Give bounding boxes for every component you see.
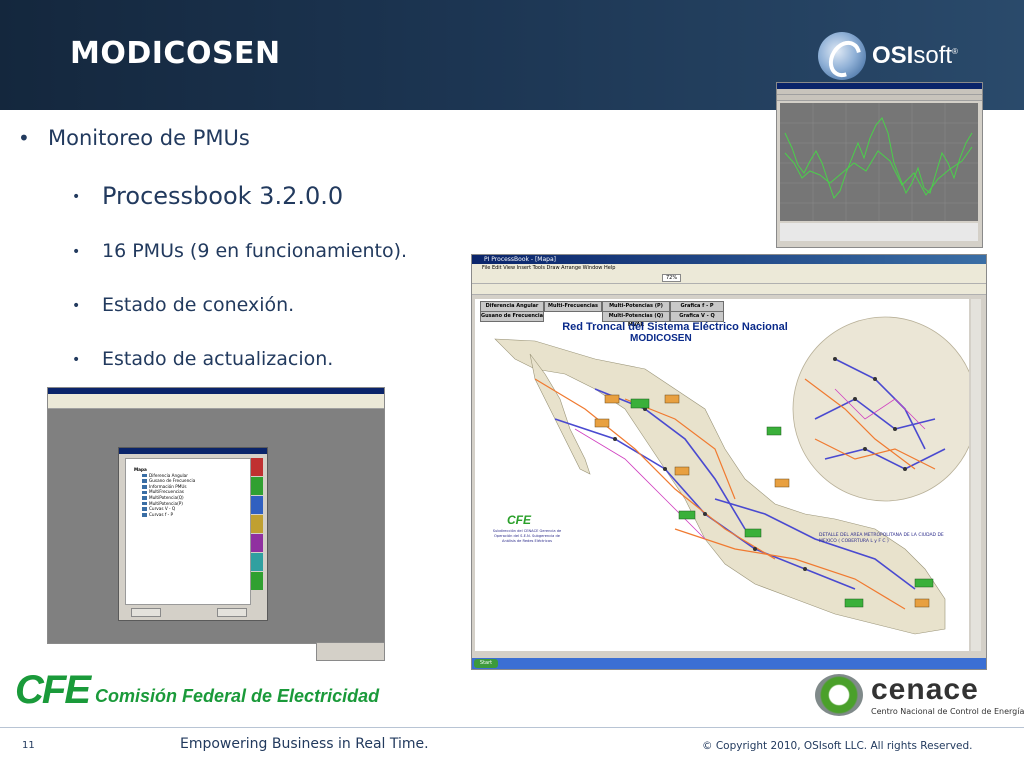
zoom-field[interactable]: 72%: [662, 274, 682, 282]
small-toolbar[interactable]: [48, 399, 384, 409]
tree-item[interactable]: Gusano de Frecuencia: [134, 478, 195, 484]
trend-legend: [780, 223, 978, 241]
osisoft-emblem-icon: [818, 32, 866, 80]
mapa-side-tabs[interactable]: [251, 458, 263, 603]
side-tab[interactable]: [251, 572, 263, 590]
footer-tagline: Empowering Business in Real Time.: [180, 736, 429, 752]
osisoft-logo-bold: OSI: [872, 42, 914, 69]
cenace-emblem-icon: [815, 674, 863, 716]
bullet-level2-text: 16 PMUs (9 en funcionamiento).: [102, 240, 408, 262]
cfe-logo-mark: CFE: [15, 668, 91, 712]
side-tab[interactable]: [251, 515, 263, 533]
side-tab[interactable]: [251, 477, 263, 495]
cfe-mini-caption: Subdirección del CENACE Gerencia de Oper…: [492, 529, 562, 543]
processbook-titlebar: PI ProcessBook - [Mapa]: [472, 255, 986, 264]
processbook-menubar[interactable]: File Edit View Insert Tools Draw Arrange…: [472, 264, 986, 272]
cfe-logo: CFE Comisión Federal de Electricidad: [15, 665, 379, 710]
mapa-dialog-buttons: [131, 608, 251, 617]
osisoft-logo-reg: ®: [952, 47, 958, 56]
mapa-tree-panel: Mapa Diferencia Angular Gusano de Frecue…: [125, 458, 251, 605]
processbook-drawing-toolbar[interactable]: [472, 284, 986, 295]
trend-screenshot: [776, 82, 983, 248]
bullet-level2-text: Estado de actualizacion.: [102, 348, 334, 370]
mapa-dialog: Mapa Diferencia Angular Gusano de Frecue…: [118, 447, 268, 621]
bullet-level2-item: • Estado de actualizacion.: [72, 348, 334, 370]
processbook-screenshot: PI ProcessBook - [Mapa] File Edit View I…: [471, 254, 987, 670]
windows-taskbar: Start: [472, 658, 986, 669]
bullet-level1: • Monitoreo de PMUs: [18, 126, 250, 150]
mexico-grid-map: [494, 316, 969, 635]
mapa-tree: Mapa Diferencia Angular Gusano de Frecue…: [134, 467, 195, 517]
cenace-logo-subtitle: Centro Nacional de Control de Energía: [871, 706, 1024, 716]
trend-plot: [780, 103, 978, 221]
osisoft-logo-light: soft: [913, 42, 953, 69]
trend-toolbar: [777, 95, 982, 101]
bullet-level2-item: • 16 PMUs (9 en funcionamiento).: [72, 240, 408, 262]
bullet-level1-text: Monitoreo de PMUs: [48, 126, 250, 150]
dialog-button[interactable]: [217, 608, 247, 617]
cfe-logo-name: Comisión Federal de Electricidad: [95, 686, 380, 706]
cenace-logo-name: cenace: [871, 672, 979, 706]
processbook-canvas: Diferencia Angular Multi-Frecuencias Mul…: [475, 299, 969, 651]
side-tab[interactable]: [251, 458, 263, 476]
bullet-level2-text: Estado de conexión.: [102, 294, 295, 316]
bullet-level2-text: Processbook 3.2.0.0: [102, 182, 344, 210]
slide-title: MODICOSEN: [70, 36, 281, 71]
cenace-logo: cenace Centro Nacional de Control de Ene…: [815, 674, 1024, 716]
processbook-vertical-scrollbar[interactable]: [971, 299, 981, 651]
bullet-level2-item: • Processbook 3.2.0.0: [72, 182, 344, 210]
processbook-toolbar[interactable]: 72%: [472, 272, 986, 284]
cfe-mini-logo: CFE: [507, 513, 531, 527]
processbook-small-screenshot: Mapa Diferencia Angular Gusano de Frecue…: [47, 387, 385, 644]
side-tab[interactable]: [251, 553, 263, 571]
small-taskbar-tray: [316, 642, 385, 661]
footer-divider: [0, 727, 1024, 728]
start-button[interactable]: Start: [474, 659, 498, 668]
bullet-level2-item: • Estado de conexión.: [72, 294, 295, 316]
page-number: 11: [22, 740, 35, 751]
trend-lines: [780, 103, 978, 221]
metro-area-label: DETALLE DEL AREA METROPOLITANA DE LA CIU…: [819, 533, 944, 544]
osisoft-logo: OSIsoft®: [818, 30, 958, 82]
mapa-dialog-titlebar: [119, 448, 267, 454]
side-tab[interactable]: [251, 496, 263, 514]
footer-copyright: © Copyright 2010, OSIsoft LLC. All right…: [702, 740, 973, 752]
tree-item[interactable]: Curvas f - P: [134, 512, 195, 518]
side-tab[interactable]: [251, 534, 263, 552]
dialog-button[interactable]: [131, 608, 161, 617]
